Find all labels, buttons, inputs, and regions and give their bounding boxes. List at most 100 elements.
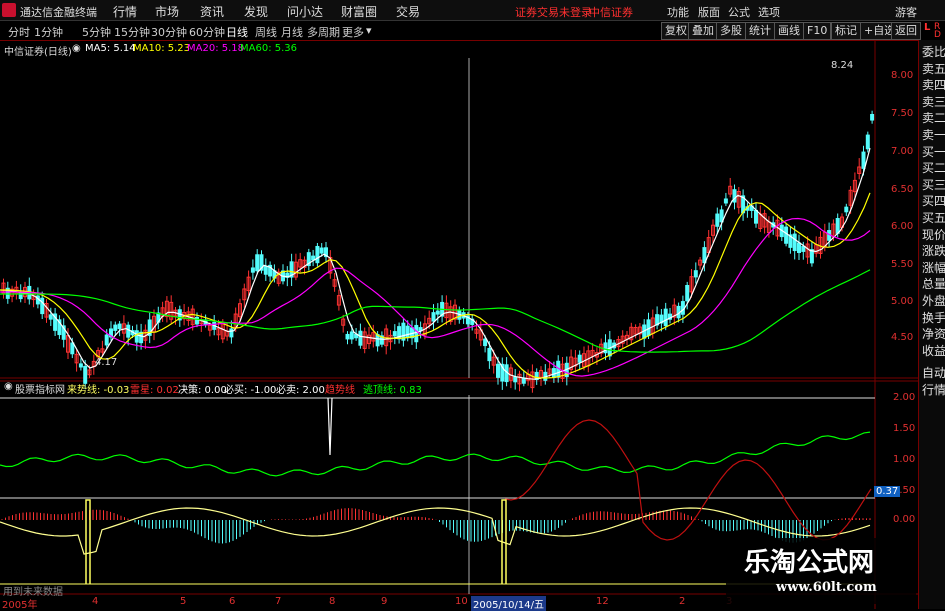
- watermark-title: 乐淘公式网: [744, 548, 875, 578]
- menu-shichang[interactable]: 市场: [155, 3, 179, 20]
- ma-lines: [0, 147, 871, 380]
- tab-daily[interactable]: 日线: [226, 24, 248, 40]
- btn-f10[interactable]: F10: [803, 22, 832, 40]
- tab-5min[interactable]: 5分钟: [82, 24, 111, 40]
- login-status[interactable]: 证券交易未登录: [515, 4, 592, 20]
- sidebar-item[interactable]: 卖四: [922, 78, 945, 93]
- indicator-line1: 来势线: -0.03: [67, 385, 130, 396]
- stock-name: 中信证券(日线): [4, 47, 72, 58]
- indicator-line7: 逃顶线: 0.83: [363, 385, 422, 396]
- tab-monthly[interactable]: 月线: [281, 24, 303, 40]
- kline-chart[interactable]: [0, 40, 918, 609]
- tab-1min[interactable]: 1分钟: [34, 24, 63, 40]
- date-label: 5: [180, 596, 187, 607]
- indicator-tick: 1.50: [893, 423, 916, 434]
- date-label: 8: [329, 596, 336, 607]
- sidebar-item[interactable]: 卖五: [922, 62, 945, 77]
- menu-hangqing[interactable]: 行情: [113, 3, 137, 20]
- btn-tongji[interactable]: 统计: [745, 22, 775, 40]
- sidebar-item[interactable]: 涨跌: [922, 244, 945, 259]
- sidebar-item[interactable]: 外盘: [922, 294, 945, 309]
- btn-fanhui[interactable]: 返回: [891, 22, 921, 40]
- watermark-url: www.60lt.com: [776, 580, 877, 595]
- price-tick: 5.50: [891, 259, 914, 270]
- price-tick: 5.00: [891, 296, 914, 307]
- more-chevron-icon[interactable]: ▾: [366, 24, 372, 37]
- date-label: 10: [455, 596, 468, 607]
- menu-banmian[interactable]: 版面: [698, 4, 720, 20]
- sidebar-item[interactable]: 委比: [922, 45, 945, 60]
- indicator-line6: 趋势线: [325, 385, 355, 396]
- price-tick: 7.00: [891, 146, 914, 157]
- sidebar-item[interactable]: 行情: [922, 383, 945, 398]
- indicator-value-tag: 0.37: [874, 486, 901, 497]
- date-label: 6: [229, 596, 236, 607]
- app-logo-icon: [2, 3, 16, 17]
- ma60-value: MA60: 5.36: [240, 43, 298, 54]
- sidebar-item[interactable]: 涨幅: [922, 261, 945, 276]
- date-label: 9: [381, 596, 388, 607]
- sidebar-item[interactable]: 买一: [922, 145, 945, 160]
- tab-more[interactable]: 更多: [342, 24, 364, 40]
- sidebar-item[interactable]: 收益: [922, 344, 945, 359]
- tab-weekly[interactable]: 周线: [255, 24, 277, 40]
- tab-multi-period[interactable]: 多周期: [307, 24, 340, 40]
- sidebar-item[interactable]: 卖一: [922, 128, 945, 143]
- tab-fenshi[interactable]: 分时: [8, 24, 30, 40]
- sidebar-item[interactable]: 卖二: [922, 111, 945, 126]
- price-tick: 7.50: [891, 108, 914, 119]
- sidebar-d[interactable]: D: [934, 30, 941, 40]
- sidebar-item[interactable]: 换手: [922, 311, 945, 326]
- price-tick: 8.00: [891, 70, 914, 81]
- sidebar-item[interactable]: 自动: [922, 366, 945, 381]
- btn-huaxian[interactable]: 画线: [774, 22, 804, 40]
- sidebar-item[interactable]: 净资: [922, 327, 945, 342]
- indicator-tick: 0.00: [893, 514, 916, 525]
- guest-label[interactable]: 游客: [895, 4, 917, 20]
- tab-30min[interactable]: 30分钟: [151, 24, 187, 40]
- btn-duogu[interactable]: 多股: [716, 22, 746, 40]
- indicator-line4: 必买: -1.00: [224, 385, 277, 396]
- menu-faxian[interactable]: 发现: [244, 3, 268, 20]
- tab-15min[interactable]: 15分钟: [114, 24, 150, 40]
- watermark-box: 乐淘公式网 www.60lt.com: [726, 538, 916, 604]
- legend-toggle-icon[interactable]: ◉: [72, 43, 81, 54]
- title-bar: 通达信金融终端 行情 市场 资讯 发现 问小达 财富圈 交易 证券交易未登录 中…: [0, 0, 945, 21]
- indicator-name: 股票指标网: [15, 385, 65, 396]
- price-tick: 4.50: [891, 332, 914, 343]
- menu-caifuquan[interactable]: 财富圈: [341, 3, 377, 20]
- sidebar-item[interactable]: 卖三: [922, 95, 945, 110]
- date-label: 7: [275, 596, 282, 607]
- btn-fuquan[interactable]: 复权: [661, 22, 691, 40]
- ma10-value: MA10: 5.23: [133, 43, 191, 54]
- btn-biaoji[interactable]: 标记: [831, 22, 861, 40]
- indicator-toggle-icon[interactable]: ◉: [4, 381, 13, 392]
- broker-name[interactable]: 中信证券: [589, 4, 633, 20]
- ma5-value: MA5: 5.14: [85, 43, 136, 54]
- indicator-line2: 雷星: 0.02: [130, 385, 179, 396]
- sidebar-item[interactable]: 买五: [922, 211, 945, 226]
- sidebar-item[interactable]: 现价: [922, 228, 945, 243]
- app-title: 通达信金融终端: [20, 6, 97, 19]
- indicator-tick: 2.00: [893, 392, 916, 403]
- sidebar-item[interactable]: 买二: [922, 161, 945, 176]
- future-data-note: 用到未来数据: [3, 587, 63, 598]
- indicator-line5: 必卖: 2.00: [276, 385, 325, 396]
- ma20-value: MA20: 5.18: [187, 43, 245, 54]
- tab-60min[interactable]: 60分钟: [189, 24, 225, 40]
- btn-diejia[interactable]: 叠加: [688, 22, 718, 40]
- menu-gongshi[interactable]: 公式: [728, 4, 750, 20]
- candlestick-series: [1, 110, 875, 393]
- menu-wenxiaoda[interactable]: 问小达: [287, 3, 323, 20]
- menu-jiaoyi[interactable]: 交易: [396, 3, 420, 20]
- sidebar-item[interactable]: 买四: [922, 194, 945, 209]
- sidebar-item[interactable]: 总量: [922, 277, 945, 292]
- date-label: 12: [596, 596, 609, 607]
- menu-xuanxiang[interactable]: 选项: [758, 4, 780, 20]
- date-label: 2: [679, 596, 686, 607]
- menu-gongneng[interactable]: 功能: [667, 4, 689, 20]
- sidebar-l[interactable]: L: [924, 22, 930, 33]
- price-tick: 6.00: [891, 221, 914, 232]
- sidebar-item[interactable]: 买三: [922, 178, 945, 193]
- menu-zixun[interactable]: 资讯: [200, 3, 224, 20]
